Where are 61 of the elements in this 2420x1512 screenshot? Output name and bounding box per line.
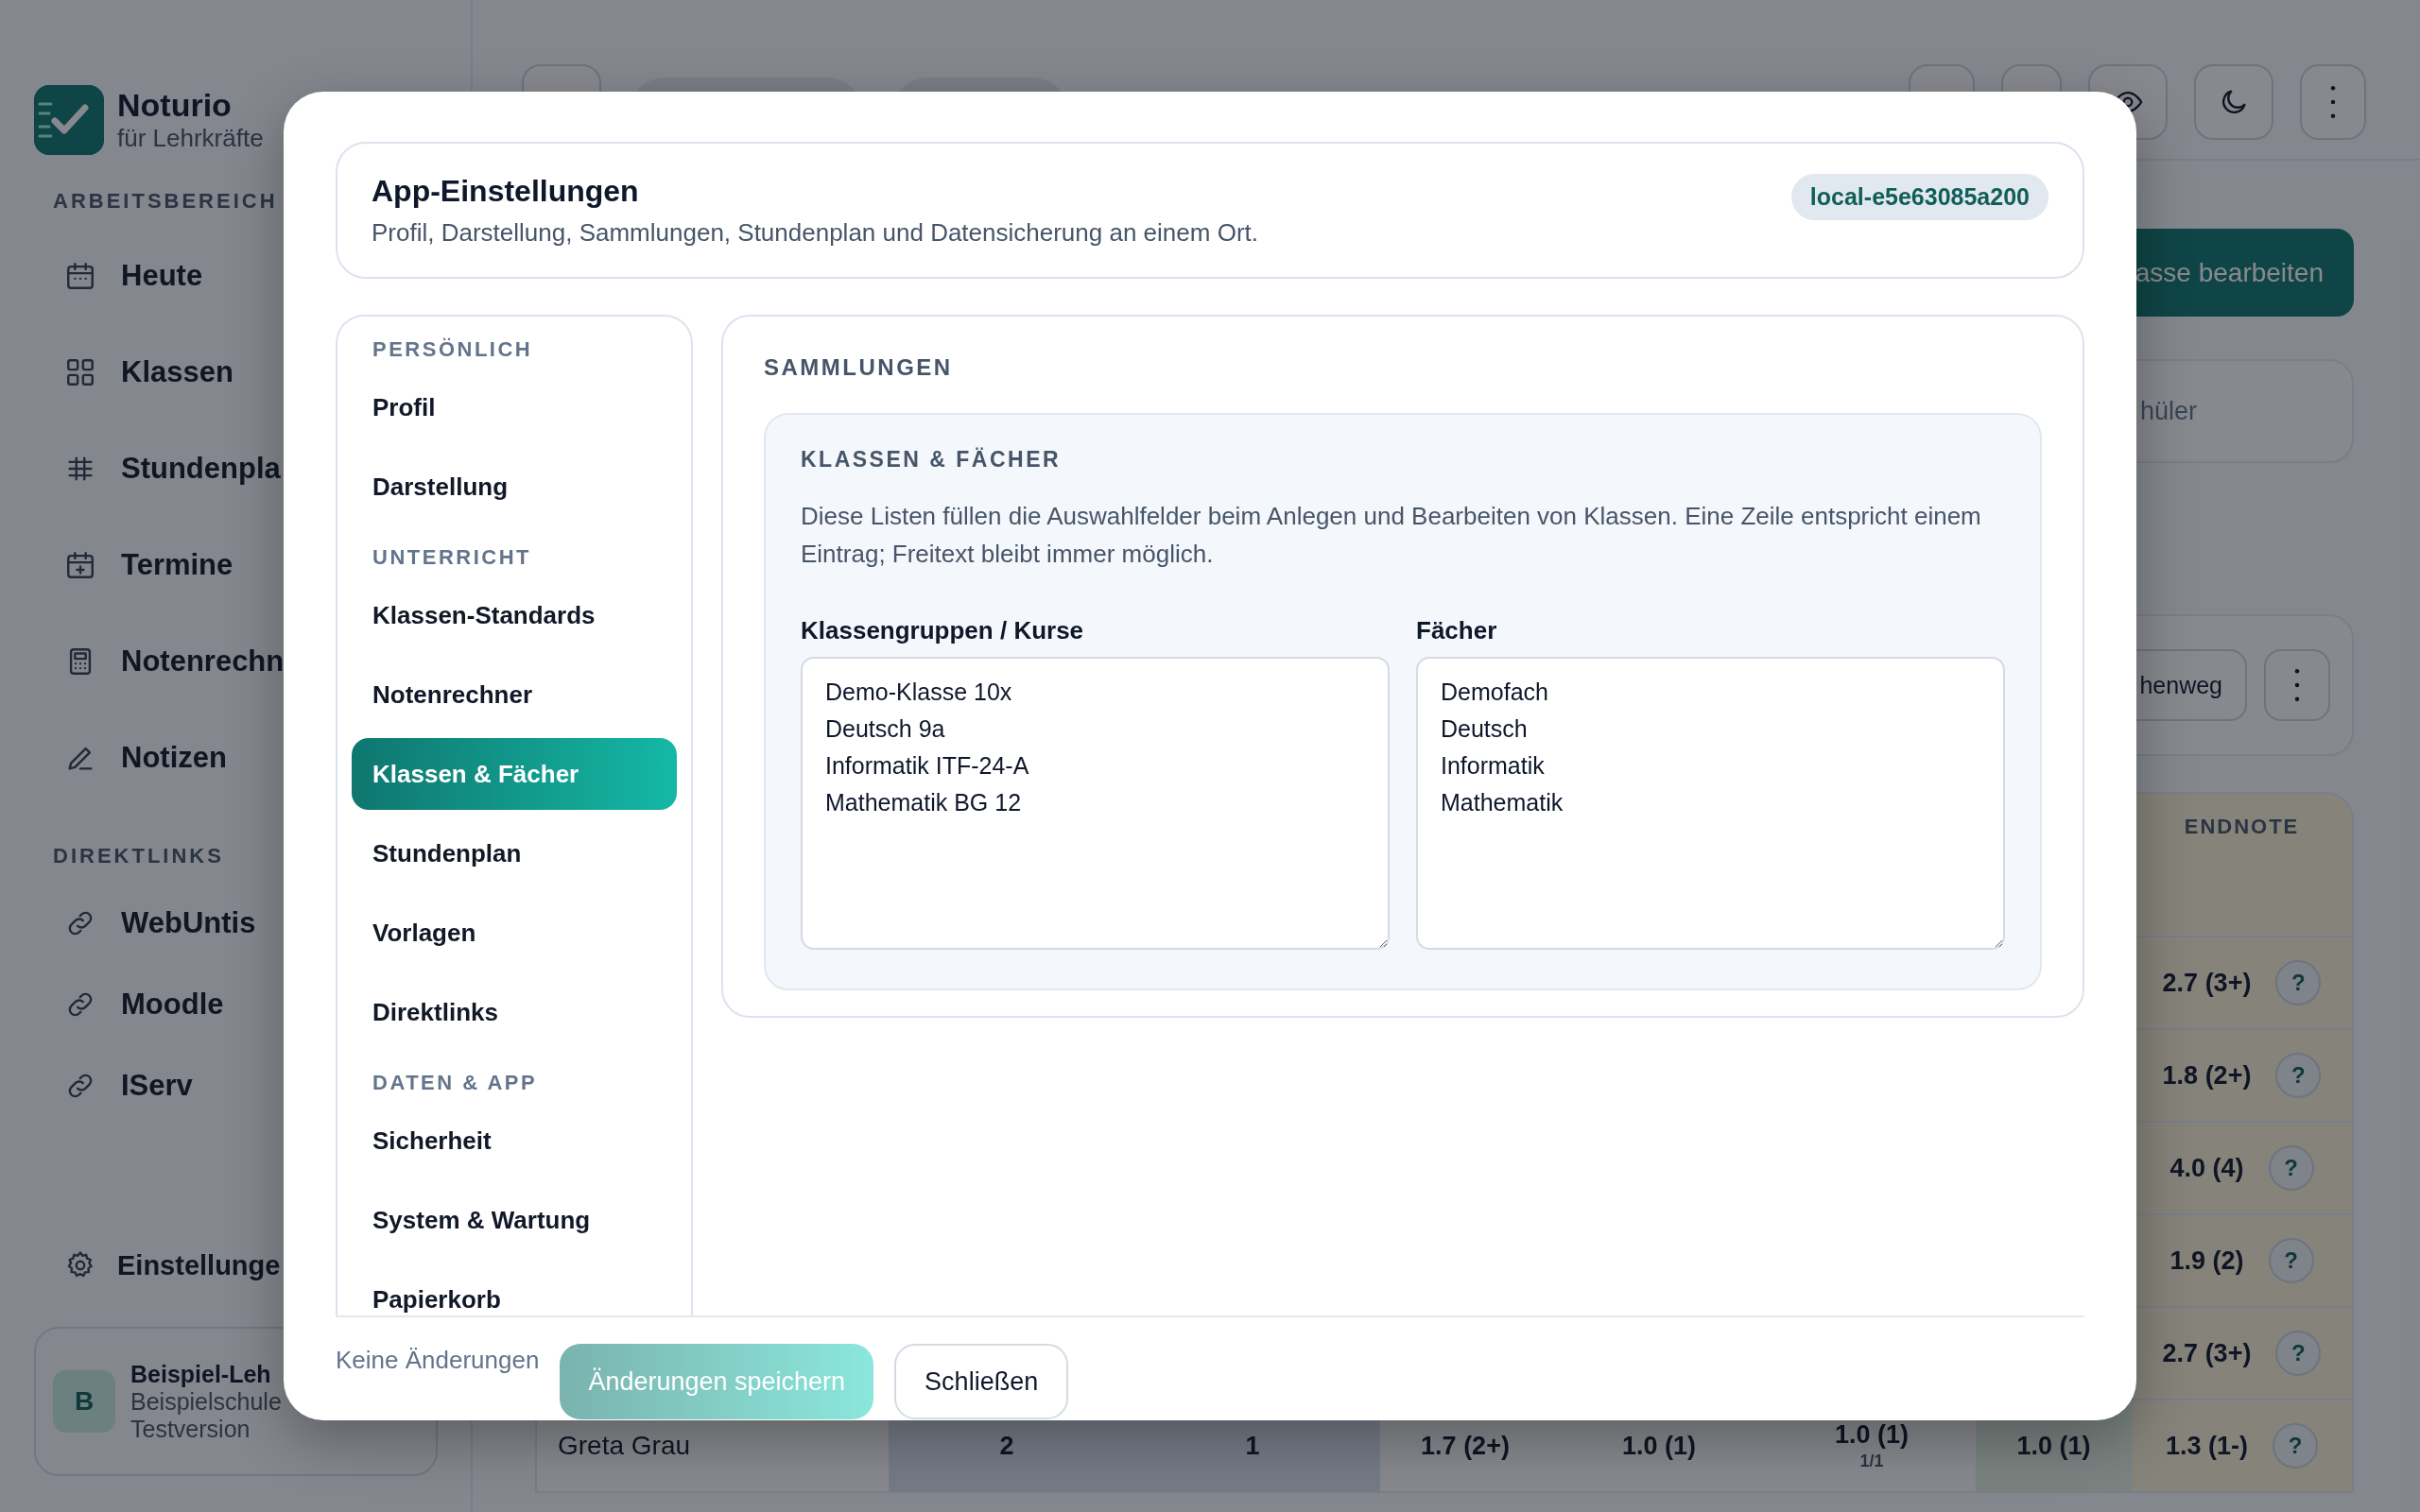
calendar-plus-icon: [64, 549, 96, 581]
nav-item[interactable]: Direktlinks: [352, 976, 677, 1048]
calendar-icon: [64, 260, 96, 292]
section-label: DIREKTLINKS: [53, 844, 224, 868]
table-cell: 2: [999, 1431, 1014, 1461]
section-title: SAMMLUNGEN: [764, 354, 954, 381]
final-grade: 2.7 (3+): [2162, 968, 2252, 998]
nav-item[interactable]: System & Wartung: [352, 1184, 677, 1256]
school-name: Beispielschule: [130, 1387, 282, 1416]
final-grade: 1.8 (2+): [2162, 1060, 2252, 1091]
list-field[interactable]: Demofach Deutsch Informatik Mathematik: [1416, 657, 2005, 950]
close-button[interactable]: Schließen: [894, 1344, 1069, 1419]
help-button[interactable]: ?: [2275, 960, 2322, 1005]
nav-item[interactable]: Vorlagen: [352, 897, 677, 969]
help-button[interactable]: ?: [2268, 1238, 2314, 1283]
final-grade: 4.0 (4): [2169, 1153, 2244, 1183]
table-cell: 1.0 (1): [1621, 1431, 1696, 1461]
help-button[interactable]: ?: [2275, 1331, 2322, 1376]
app-tagline: für Lehrkräfte: [117, 124, 264, 153]
dialog-subtitle: Profil, Darstellung, Sammlungen, Stundenplan und Datensicherung an einem Ort.: [372, 218, 1258, 248]
help-button[interactable]: ?: [2273, 1423, 2318, 1469]
table-cell: 1: [1245, 1431, 1260, 1461]
table-cell: 1.0 (1): [2016, 1431, 2091, 1461]
dialog-title: App-Einstellungen: [372, 174, 640, 209]
column-header: ENDNOTE: [2184, 815, 2300, 839]
nav-item[interactable]: Papierkorb: [352, 1263, 677, 1315]
grid-icon: [64, 356, 96, 388]
nav-item[interactable]: Stundenplan: [352, 817, 677, 889]
panel-title: KLASSEN & FÄCHER: [801, 447, 1063, 472]
cell-note: 1/1: [1859, 1452, 1884, 1471]
list-field[interactable]: Demo-Klasse 10x Deutsch 9a Informatik ITF-24-A Mathematik BG 12: [801, 657, 1390, 950]
nav-group-label: PERSÖNLICH: [372, 336, 534, 363]
nav-item[interactable]: Sicherheit: [352, 1105, 677, 1177]
logo-icon: [34, 85, 104, 155]
plan-label: Testversion: [130, 1415, 251, 1443]
final-grade: 1.9 (2): [2169, 1246, 2244, 1276]
avatar: B: [53, 1370, 115, 1433]
final-grade: 1.3 (1-): [2166, 1431, 2248, 1461]
section-label: ARBEITSBEREICH: [53, 189, 278, 214]
more-icon: [2293, 669, 2301, 701]
nav-group-label: DATEN & APP: [372, 1070, 539, 1096]
help-button[interactable]: ?: [2275, 1053, 2322, 1098]
nav-group-label: UNTERRICHT: [372, 544, 532, 571]
table-cell: 1.7 (2+): [1421, 1431, 1510, 1461]
field-label: Klassengruppen / Kurse: [801, 616, 1085, 645]
nav-item[interactable]: Notenrechner: [352, 659, 677, 730]
field-label: Fächer: [1416, 616, 1498, 645]
table-cell: 1.0 (1): [1834, 1420, 1909, 1450]
final-grade: 2.7 (3+): [2162, 1338, 2252, 1368]
nav-item[interactable]: Darstellung: [352, 451, 677, 523]
help-button[interactable]: ?: [2268, 1145, 2314, 1191]
theme-button[interactable]: [2194, 64, 2273, 140]
nav-item[interactable]: Profil: [352, 371, 677, 443]
panel-description: Diese Listen füllen die Auswahlfelder beim Anlegen und Bearbeiten von Klassen. Eine Zeile entspricht einem Eintrag; Freitext bleibt immer möglich.: [801, 501, 1982, 570]
app-name: Noturio: [117, 87, 233, 124]
nav-item[interactable]: Klassen & Fächer: [352, 738, 677, 810]
student-name: Greta Grau: [558, 1431, 691, 1461]
nav-item[interactable]: Klassen-Standards: [352, 579, 677, 651]
user-name: Beispiel-Leh: [130, 1360, 272, 1388]
more-icon: [2329, 86, 2337, 118]
id-badge: local-e5e63085a200: [1790, 174, 2048, 220]
